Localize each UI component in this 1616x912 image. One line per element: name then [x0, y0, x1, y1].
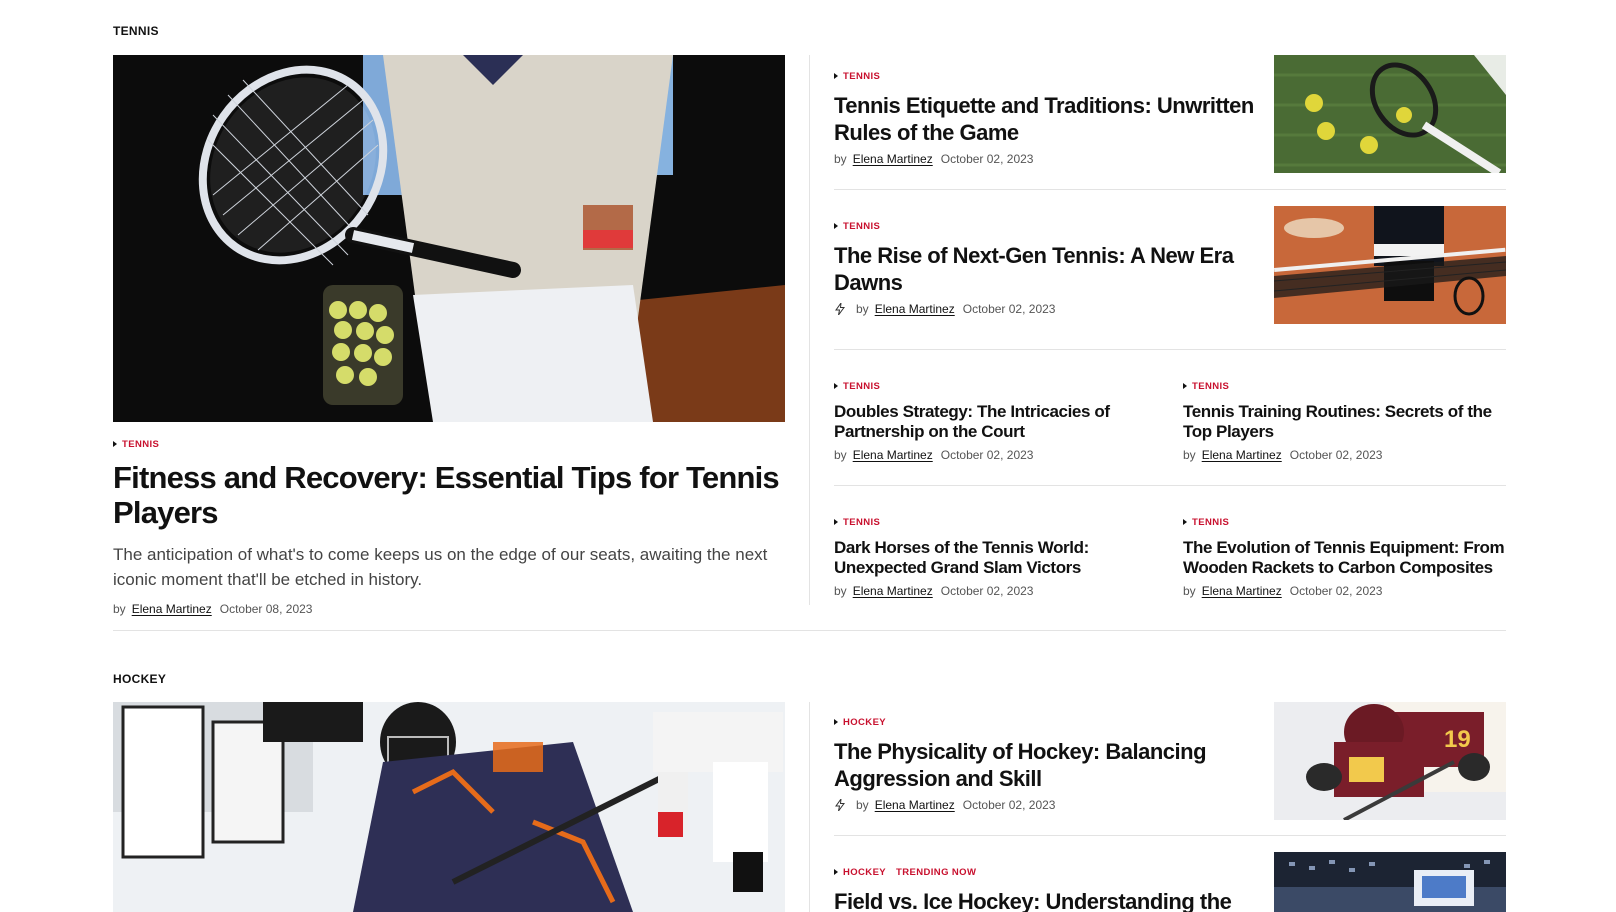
- category-tag[interactable]: TENNIS: [834, 221, 880, 232]
- post-date: October 02, 2023: [962, 798, 1056, 812]
- category-label: HOCKEY: [843, 866, 887, 878]
- byline: by Elena Martinez October 02, 2023: [1183, 584, 1513, 598]
- by-label: by: [856, 302, 869, 316]
- thumbnail-tennis-etiquette[interactable]: [1274, 55, 1506, 173]
- category-tag[interactable]: HOCKEY TRENDING NOW: [834, 867, 976, 878]
- category-label: TENNIS: [122, 438, 160, 450]
- byline: by Elena Martinez October 02, 2023: [1183, 448, 1513, 462]
- triangle-icon: [834, 719, 838, 725]
- triangle-icon: [834, 383, 838, 389]
- bolt-icon: [835, 799, 845, 811]
- triangle-icon: [834, 73, 838, 79]
- byline: by Elena Martinez October 02, 2023: [834, 302, 1254, 316]
- author-link[interactable]: Elena Martinez: [1202, 448, 1282, 462]
- triangle-icon: [834, 869, 838, 875]
- triangle-icon: [834, 519, 838, 525]
- column-divider: [809, 702, 810, 912]
- triangle-icon: [1183, 383, 1187, 389]
- article-title[interactable]: Field vs. Ice Hockey: Understanding the: [834, 888, 1254, 912]
- divider: [834, 835, 1506, 836]
- author-link[interactable]: Elena Martinez: [853, 448, 933, 462]
- article-title[interactable]: The Evolution of Tennis Equipment: From …: [1183, 538, 1513, 578]
- by-label: by: [834, 448, 847, 462]
- by-label: by: [834, 584, 847, 598]
- featured-article-tennis: TENNIS Fitness and Recovery: Essential T…: [113, 434, 785, 616]
- byline: by Elena Martinez October 02, 2023: [834, 798, 1254, 812]
- post-date: October 02, 2023: [1289, 448, 1383, 462]
- category-tag[interactable]: TENNIS: [834, 381, 880, 392]
- triangle-icon: [1183, 519, 1187, 525]
- featured-title[interactable]: Fitness and Recovery: Essential Tips for…: [113, 460, 785, 530]
- category-label: TENNIS: [843, 380, 881, 392]
- divider: [834, 189, 1506, 190]
- post-date: October 02, 2023: [1289, 584, 1383, 598]
- by-label: by: [1183, 448, 1196, 462]
- grid-article-2: TENNIS Tennis Training Routines: Secrets…: [1183, 376, 1513, 462]
- by-label: by: [834, 152, 847, 166]
- thumbnail-next-gen-tennis[interactable]: [1274, 206, 1506, 324]
- triangle-icon: [834, 223, 838, 229]
- category-tag[interactable]: TENNIS: [113, 439, 159, 450]
- byline: by Elena Martinez October 02, 2023: [834, 584, 1164, 598]
- category-tag[interactable]: TENNIS: [1183, 517, 1229, 528]
- category-label: HOCKEY: [843, 716, 887, 728]
- category-tag[interactable]: TENNIS: [1183, 381, 1229, 392]
- post-date: October 02, 2023: [962, 302, 1056, 316]
- category-tag[interactable]: TENNIS: [834, 71, 880, 82]
- category-label: TENNIS: [843, 516, 881, 528]
- category-label: TENNIS: [1192, 380, 1230, 392]
- post-date: October 02, 2023: [940, 152, 1034, 166]
- thumbnail-field-vs-ice[interactable]: [1274, 852, 1506, 912]
- article-title[interactable]: Tennis Etiquette and Traditions: Unwritt…: [834, 92, 1254, 146]
- category-tag[interactable]: TENNIS: [834, 517, 880, 528]
- divider: [834, 485, 1506, 486]
- triangle-icon: [113, 441, 117, 447]
- category-label: TENNIS: [843, 70, 881, 82]
- author-link[interactable]: Elena Martinez: [853, 584, 933, 598]
- author-link[interactable]: Elena Martinez: [875, 798, 955, 812]
- section-label-hockey: HOCKEY: [113, 672, 167, 686]
- thumbnail-hockey-physicality[interactable]: 19: [1274, 702, 1506, 820]
- category-label: TENNIS: [1192, 516, 1230, 528]
- post-date: October 02, 2023: [940, 584, 1034, 598]
- by-label: by: [113, 602, 126, 616]
- featured-excerpt: The anticipation of what's to come keeps…: [113, 545, 768, 589]
- grid-article-4: TENNIS The Evolution of Tennis Equipment…: [1183, 512, 1513, 598]
- featured-image-tennis[interactable]: [113, 55, 785, 422]
- author-link[interactable]: Elena Martinez: [853, 152, 933, 166]
- svg-text:19: 19: [1444, 726, 1471, 753]
- article-title[interactable]: The Rise of Next-Gen Tennis: A New Era D…: [834, 242, 1254, 296]
- post-date: October 02, 2023: [940, 448, 1034, 462]
- article-title[interactable]: The Physicality of Hockey: Balancing Agg…: [834, 738, 1254, 792]
- side-article-2: TENNIS The Rise of Next-Gen Tennis: A Ne…: [834, 216, 1254, 316]
- author-link[interactable]: Elena Martinez: [132, 602, 212, 616]
- category-tag[interactable]: HOCKEY: [834, 717, 886, 728]
- byline: by Elena Martinez October 02, 2023: [834, 152, 1254, 166]
- grid-article-1: TENNIS Doubles Strategy: The Intricacies…: [834, 376, 1164, 462]
- side-article-1: TENNIS Tennis Etiquette and Traditions: …: [834, 66, 1254, 166]
- grid-article-3: TENNIS Dark Horses of the Tennis World: …: [834, 512, 1164, 598]
- article-title[interactable]: Doubles Strategy: The Intricacies of Par…: [834, 402, 1164, 442]
- byline: by Elena Martinez October 08, 2023: [113, 602, 785, 616]
- article-title[interactable]: Tennis Training Routines: Secrets of the…: [1183, 402, 1513, 442]
- article-title[interactable]: Dark Horses of the Tennis World: Unexpec…: [834, 538, 1164, 578]
- hockey-side-article-2: HOCKEY TRENDING NOW Field vs. Ice Hockey…: [834, 862, 1254, 912]
- author-link[interactable]: Elena Martinez: [875, 302, 955, 316]
- byline: by Elena Martinez October 02, 2023: [834, 448, 1164, 462]
- post-date: October 08, 2023: [219, 602, 313, 616]
- section-label-tennis: TENNIS: [113, 24, 159, 38]
- divider: [834, 349, 1506, 350]
- featured-image-hockey[interactable]: [113, 702, 785, 912]
- by-label: by: [1183, 584, 1196, 598]
- trending-tag: TRENDING NOW: [896, 866, 977, 878]
- author-link[interactable]: Elena Martinez: [1202, 584, 1282, 598]
- bolt-icon: [835, 303, 845, 315]
- section-divider: [113, 630, 1506, 631]
- by-label: by: [856, 798, 869, 812]
- column-divider: [809, 55, 810, 605]
- hockey-side-article-1: HOCKEY The Physicality of Hockey: Balanc…: [834, 712, 1254, 812]
- category-label: TENNIS: [843, 220, 881, 232]
